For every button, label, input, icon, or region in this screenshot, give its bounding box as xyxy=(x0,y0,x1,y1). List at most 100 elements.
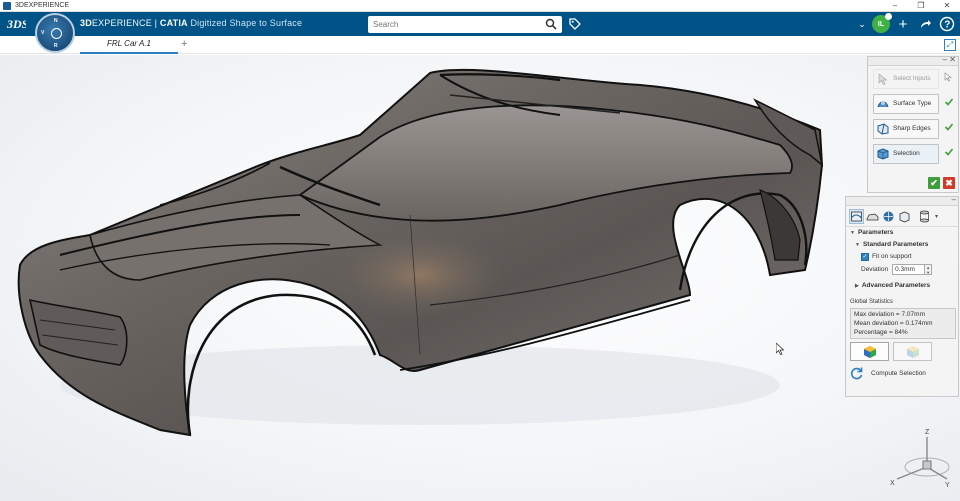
advanced-parameters-section[interactable]: ▶ Advanced Parameters xyxy=(846,280,958,292)
minimize-icon[interactable]: – xyxy=(882,0,908,12)
parameters-section[interactable]: ▼ Parameters xyxy=(846,227,958,239)
add-tab-icon[interactable]: + xyxy=(181,38,187,50)
top-right-tools: ⌄ IL + ? xyxy=(856,13,956,34)
axis-z-label: Z xyxy=(925,429,930,436)
tabs-bar: FRL Car A.1 + ⤢ xyxy=(0,36,960,54)
parameters-panel: – ▾ ▼ Parameters ▼ Standard Parameters ✓ F… xyxy=(845,195,959,397)
compass-south[interactable]: R xyxy=(54,43,58,49)
mode-buttons xyxy=(846,342,958,361)
panel-minimize-icon[interactable]: – xyxy=(943,55,947,64)
collapse-triangle-icon: ▼ xyxy=(855,242,860,248)
app-title: 3DEXPERIENCE | CATIA Digitized Shape to … xyxy=(80,18,303,28)
notification-badge xyxy=(885,13,892,20)
car-view-icon[interactable] xyxy=(865,209,880,224)
global-statistics-title: Global Statistics xyxy=(850,299,894,305)
select-inputs-label: Select Inputs xyxy=(893,75,931,82)
command-panel-header: – ✕ xyxy=(868,55,958,66)
tab-frl-car[interactable]: FRL Car A.1 xyxy=(80,36,178,54)
selection-button[interactable]: Selection xyxy=(873,143,939,164)
ok-button[interactable]: ✔ xyxy=(928,177,940,189)
deviation-spinner[interactable]: ▲ ▼ xyxy=(925,264,933,275)
collapse-triangle-icon: ▼ xyxy=(850,230,855,236)
check-icon xyxy=(944,98,954,106)
color-map-alt-button[interactable] xyxy=(893,342,932,361)
search-input[interactable] xyxy=(368,20,538,29)
sharp-edges-label: Sharp Edges xyxy=(893,125,931,132)
command-row-sharp-edges: Sharp Edges xyxy=(868,116,958,141)
cancel-button[interactable]: ✖ xyxy=(943,177,955,189)
percentage: Percentage = 84% xyxy=(854,329,908,336)
surface-fit-icon[interactable] xyxy=(849,208,864,224)
command-panel: – ✕ Select Inputs Surface Type Sharp Edg… xyxy=(867,55,959,193)
compass-north[interactable]: N xyxy=(54,18,58,24)
command-row-selection: Selection xyxy=(868,141,958,166)
panel-minimize-icon[interactable]: – xyxy=(952,195,956,204)
app-module: Digitized Shape to Surface xyxy=(190,18,303,28)
selection-icon xyxy=(877,147,889,160)
fit-on-support-label: Fit on support xyxy=(872,253,912,260)
svg-text:?: ? xyxy=(944,20,950,31)
os-window-title: 3DEXPERIENCE xyxy=(15,2,70,9)
color-map-icon xyxy=(863,345,876,358)
mesh-icon[interactable] xyxy=(881,209,896,224)
selection-label: Selection xyxy=(893,150,920,157)
command-row-surface-type: Surface Type xyxy=(868,91,958,116)
plus-icon[interactable]: + xyxy=(894,15,912,33)
check-icon xyxy=(944,148,954,156)
deviation-row: Deviation 0.3mm ▲ ▼ xyxy=(846,262,958,277)
surface-type-icon xyxy=(877,100,889,107)
chevron-down-icon[interactable]: ⌄ xyxy=(856,19,868,30)
compass-play-icon[interactable] xyxy=(51,28,62,39)
color-map-button[interactable] xyxy=(850,342,889,361)
help-icon[interactable]: ? xyxy=(938,15,956,33)
close-window-icon[interactable]: ✕ xyxy=(934,0,960,12)
share-icon[interactable] xyxy=(916,15,934,33)
window-controls: – ❐ ✕ xyxy=(882,0,960,12)
mean-deviation: Mean deviation = 0.174mm xyxy=(854,320,933,327)
surface-type-label: Surface Type xyxy=(893,100,932,107)
search-field[interactable] xyxy=(368,16,562,33)
expand-icon[interactable]: ⤢ xyxy=(944,39,956,51)
cylinder-icon[interactable] xyxy=(917,209,932,224)
3d-viewport[interactable]: Z X Y xyxy=(0,55,960,501)
deviation-label: Deviation xyxy=(861,266,889,273)
parameters-toolbar: ▾ xyxy=(846,206,958,227)
panel-close-icon[interactable]: ✕ xyxy=(949,55,956,64)
svg-text:3DS: 3DS xyxy=(6,17,26,31)
toolbar-dropdown-icon[interactable]: ▾ xyxy=(935,213,938,220)
fit-on-support-checkbox[interactable]: ✓ xyxy=(861,252,869,261)
ds-logo-icon[interactable]: 3DS xyxy=(6,15,29,33)
tag-icon[interactable] xyxy=(568,17,582,31)
sharp-edges-icon xyxy=(877,122,889,135)
expand-triangle-icon: ▶ xyxy=(855,283,859,289)
command-row-select-inputs: Select Inputs xyxy=(868,66,958,91)
top-app-bar: 3DS 3DEXPERIENCE | CATIA Digitized Shape… xyxy=(0,12,960,36)
restore-icon[interactable]: ❐ xyxy=(908,0,934,12)
select-inputs-button[interactable]: Select Inputs xyxy=(873,68,939,89)
select-inputs-extra-icon[interactable] xyxy=(944,72,954,82)
color-map-alt-icon xyxy=(906,345,919,358)
axis-x-label: X xyxy=(890,480,895,487)
statistics-box: Max deviation = 7.07mm Mean deviation = … xyxy=(850,308,956,339)
refresh-icon xyxy=(850,367,863,380)
standard-parameters-section[interactable]: ▼ Standard Parameters xyxy=(846,239,958,251)
mouse-cursor-icon xyxy=(776,343,784,355)
sharp-edges-button[interactable]: Sharp Edges xyxy=(873,118,939,139)
surface-type-button[interactable]: Surface Type xyxy=(873,93,939,114)
ok-cancel-group: ✔ ✖ xyxy=(928,177,955,189)
max-deviation: Max deviation = 7.07mm xyxy=(854,311,925,318)
car-model[interactable] xyxy=(0,55,960,501)
check-icon xyxy=(944,123,954,131)
compass-west[interactable]: V xyxy=(41,30,44,36)
box-icon[interactable] xyxy=(897,209,912,224)
deviation-input[interactable]: 0.3mm xyxy=(892,264,926,275)
axis-triad-icon[interactable]: Z X Y xyxy=(885,425,955,495)
app-logo-icon xyxy=(3,1,11,10)
axis-y-label: Y xyxy=(945,482,950,489)
avatar[interactable]: IL xyxy=(872,13,892,33)
fit-on-support-row[interactable]: ✓ Fit on support xyxy=(846,251,958,262)
compute-selection-label: Compute Selection xyxy=(871,369,926,377)
compass-widget[interactable]: N V R xyxy=(35,13,75,53)
compute-selection-button[interactable]: Compute Selection xyxy=(846,364,958,382)
search-icon[interactable] xyxy=(545,18,557,30)
